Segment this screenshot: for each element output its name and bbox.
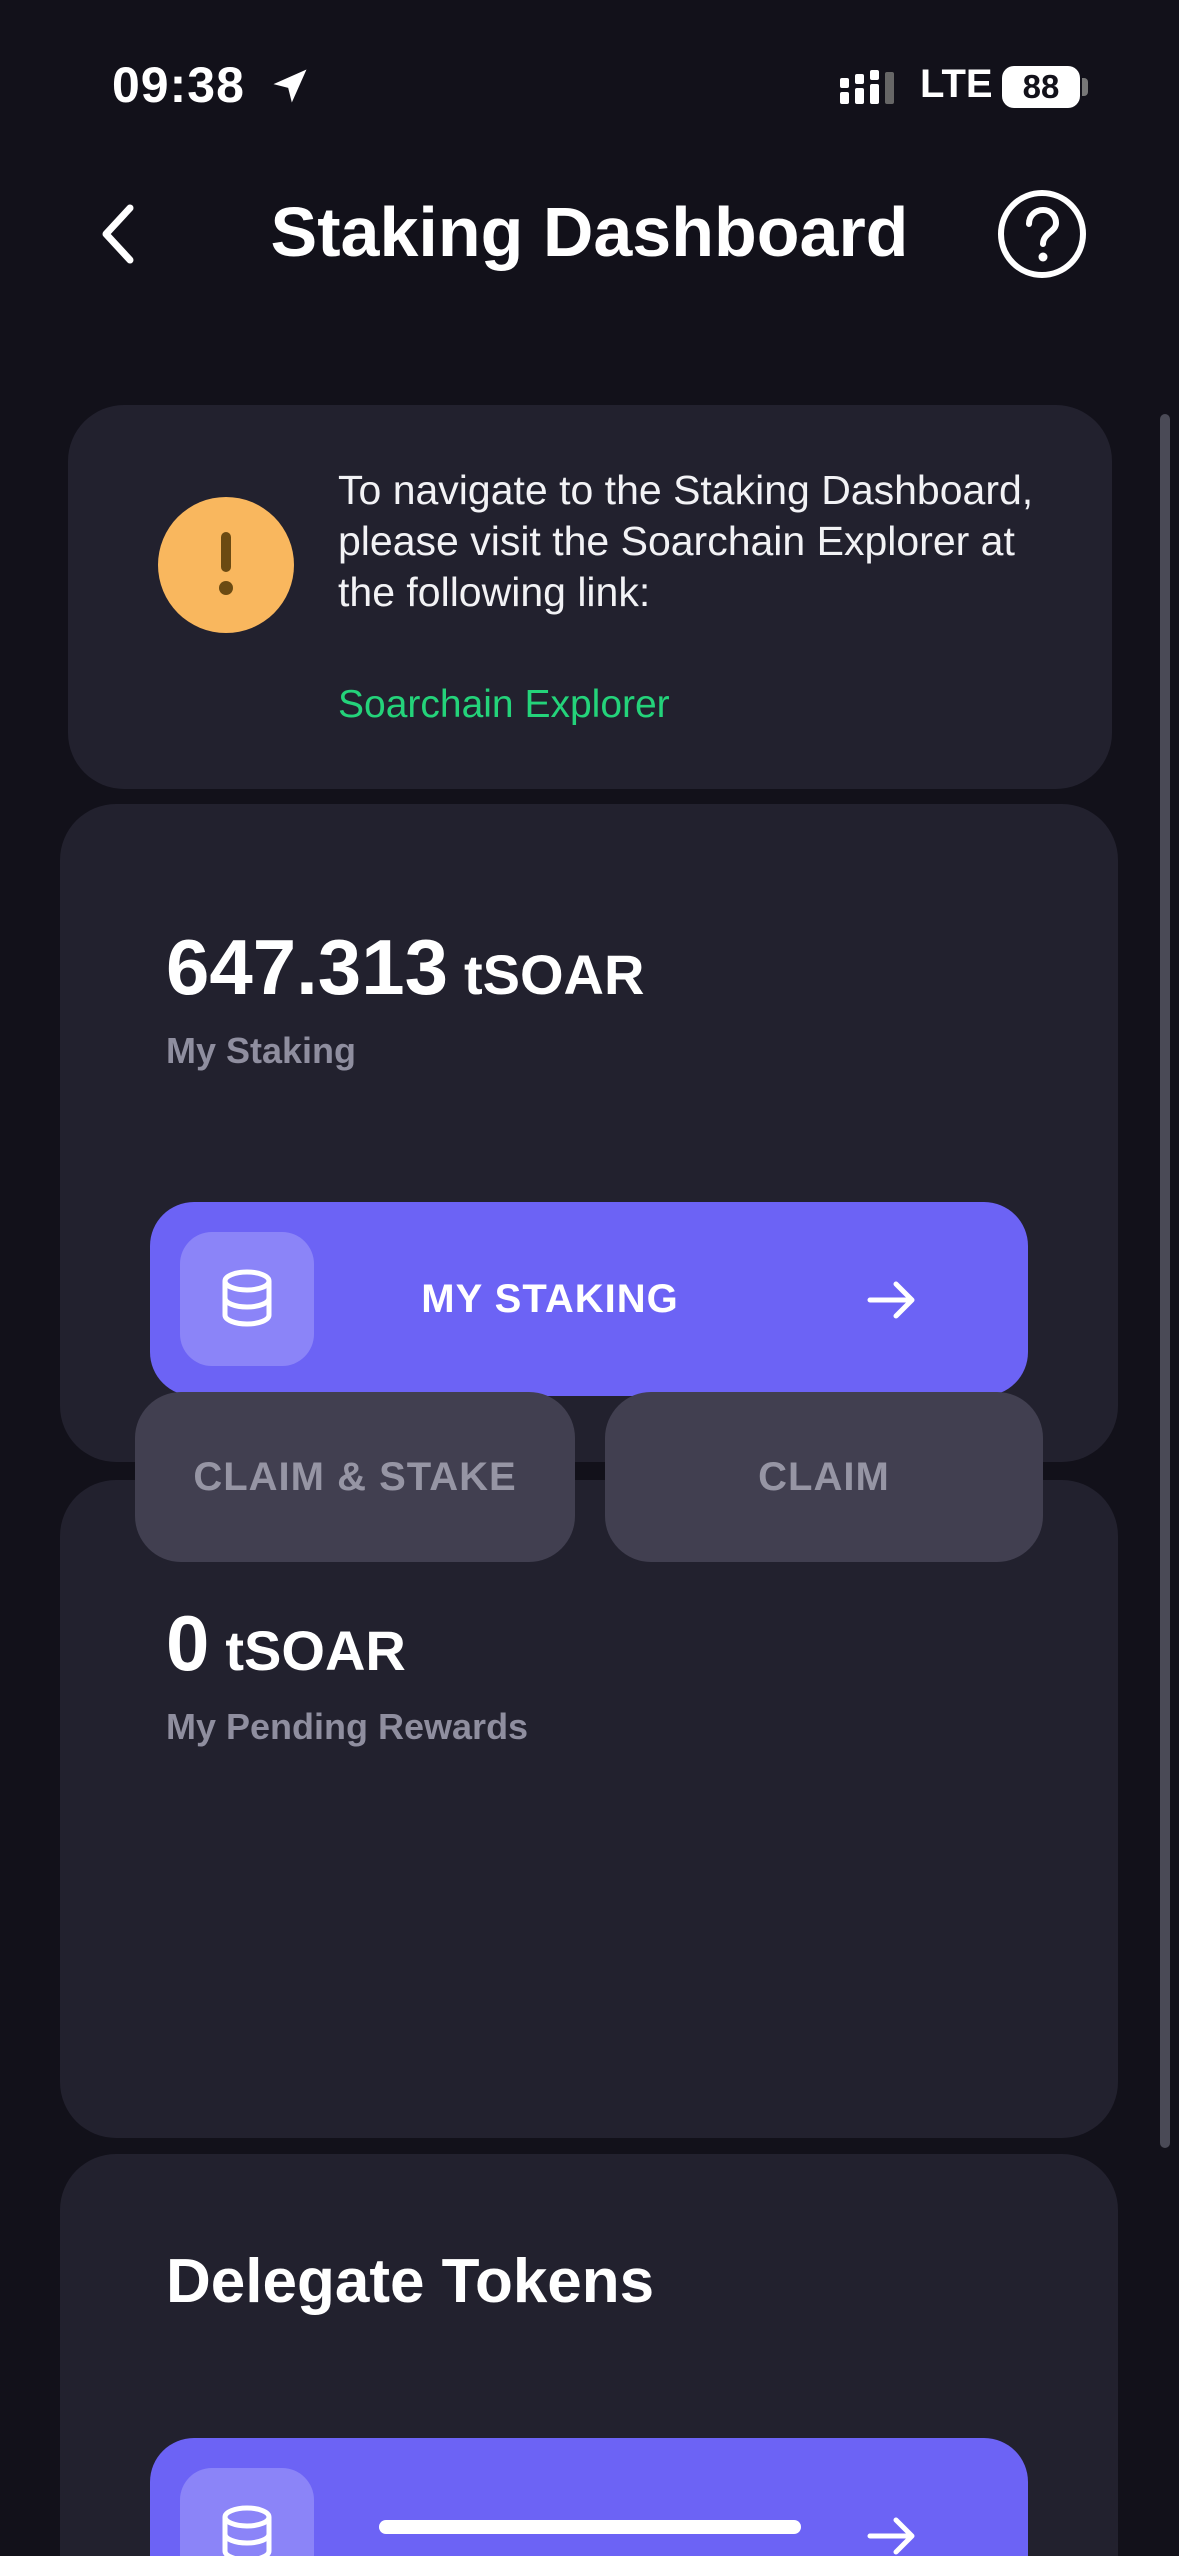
- battery-level: 88: [1022, 68, 1060, 105]
- staking-amount-row: 647.313 tSOAR: [166, 922, 644, 1013]
- rewards-amount: 0: [166, 1599, 210, 1687]
- arrow-right-icon: [867, 2517, 915, 2555]
- status-bar: 09:38 LTE 88: [0, 0, 1179, 170]
- my-staking-button[interactable]: MY STAKING: [150, 1202, 1028, 1396]
- notice-message: To navigate to the Staking Dashboard, pl…: [338, 467, 1034, 615]
- delegate-title: Delegate Tokens: [166, 2247, 655, 2316]
- network-type: LTE: [920, 62, 993, 106]
- delegate-button[interactable]: [150, 2438, 1028, 2556]
- my-staking-card: 647.313 tSOAR My Staking MY STAKING: [60, 804, 1118, 1462]
- warning-icon: [158, 497, 294, 633]
- staking-unit: tSOAR: [463, 943, 645, 1006]
- arrow-right-icon: [867, 1281, 915, 1319]
- status-time: 09:38: [112, 57, 245, 113]
- staking-dashboard-screen: 09:38 LTE 88 Staking Dashboard To naviga…: [0, 0, 1179, 2556]
- header: Staking Dashboard: [0, 170, 1179, 300]
- delegate-tokens-card: Delegate Tokens: [60, 2154, 1118, 2556]
- notice-card: To navigate to the Staking Dashboard, pl…: [68, 405, 1112, 789]
- staking-caption: My Staking: [166, 1030, 357, 1071]
- my-staking-button-label: MY STAKING: [421, 1277, 679, 1321]
- coins-stack-icon: [180, 2468, 314, 2556]
- home-indicator[interactable]: [379, 2520, 801, 2534]
- claim-and-stake-button[interactable]: CLAIM & STAKE: [135, 1392, 575, 1562]
- soarchain-explorer-link[interactable]: Soarchain Explorer: [338, 683, 670, 727]
- claim-button[interactable]: CLAIM: [605, 1392, 1043, 1562]
- help-button[interactable]: [996, 188, 1088, 280]
- battery-icon: 88: [1002, 66, 1080, 108]
- scrollbar[interactable]: [1160, 414, 1170, 2148]
- rewards-amount-row: 0 tSOAR: [166, 1598, 406, 1689]
- location-arrow-icon: [273, 69, 307, 103]
- question-circle-icon: [998, 190, 1086, 278]
- rewards-unit: tSOAR: [225, 1619, 406, 1682]
- battery-cap: [1082, 78, 1088, 96]
- signal-strength-icon: [840, 70, 894, 104]
- rewards-caption: My Pending Rewards: [166, 1706, 529, 1747]
- pending-rewards-card: 0 tSOAR My Pending Rewards: [60, 1480, 1118, 2138]
- staking-amount: 647.313: [166, 923, 448, 1011]
